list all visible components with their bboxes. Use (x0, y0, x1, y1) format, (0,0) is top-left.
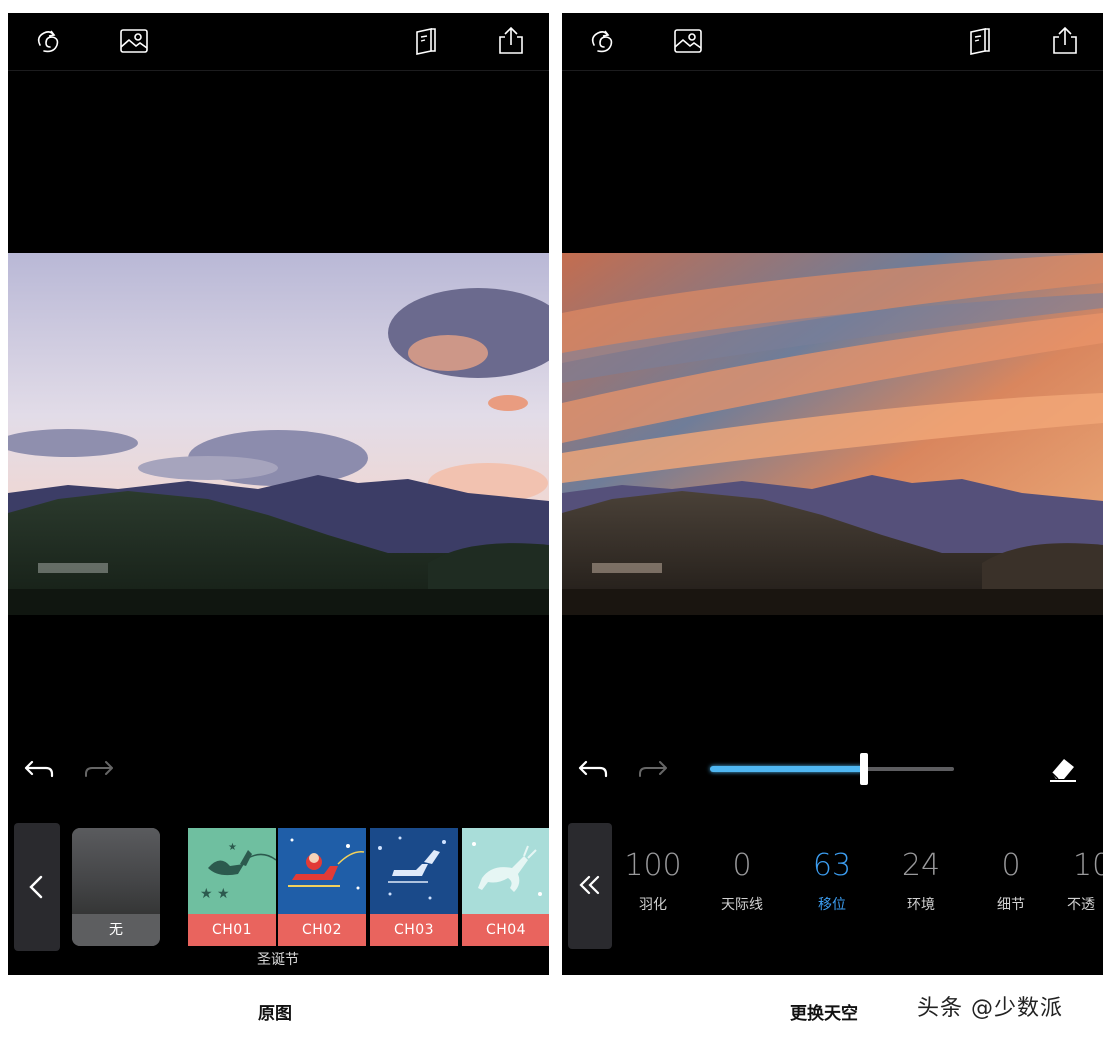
param-detail[interactable]: 0 细节 (966, 846, 1056, 914)
param-value: 24 (901, 848, 941, 883)
sky-option-label: CH04 (462, 914, 549, 946)
sky-swap-icon[interactable] (586, 25, 618, 57)
param-ambient[interactable]: 24 环境 (876, 846, 966, 914)
slider-thumb[interactable] (859, 753, 868, 785)
original-screen: 无 ★ ★ ★ CH01 CH02 CH03 CH04 圣诞节 (8, 13, 549, 975)
original-photo (8, 253, 549, 615)
share-icon[interactable] (495, 25, 527, 57)
param-horizon[interactable]: 0 天际线 (697, 846, 787, 914)
param-opacity[interactable]: 10 不透 (1055, 846, 1103, 914)
param-feather[interactable]: 100 羽化 (608, 846, 698, 914)
double-chevron-left-icon (579, 875, 600, 895)
slider-fill (710, 766, 864, 772)
sky-option-ch01[interactable]: ★ ★ ★ CH01 (188, 828, 276, 946)
top-toolbar (8, 13, 549, 71)
sky-option-label: 无 (72, 914, 160, 946)
share-icon[interactable] (1049, 25, 1081, 57)
caption-original: 原图 (258, 1004, 292, 1024)
sleigh-thumbnail-icon: ★ ★ ★ (188, 828, 276, 914)
caption-replaced: 更换天空 (790, 1004, 858, 1024)
top-toolbar (562, 13, 1103, 71)
param-label: 移位 (818, 897, 846, 913)
sky-option-label: CH02 (278, 914, 366, 946)
snow-sleigh-thumbnail-icon (370, 828, 458, 914)
redo-icon[interactable] (82, 756, 114, 782)
collapse-button[interactable] (568, 823, 612, 949)
param-value: 0 (732, 848, 752, 883)
param-label: 环境 (907, 897, 935, 913)
replaced-sky-photo (562, 253, 1103, 615)
svg-text:★ ★: ★ ★ (200, 886, 230, 902)
param-label: 不透 (1067, 897, 1095, 913)
reindeer-thumbnail-icon (462, 828, 549, 914)
eraser-icon[interactable] (1046, 753, 1080, 785)
book-icon[interactable] (964, 25, 996, 57)
sky-group-label: 圣诞节 (257, 952, 299, 968)
sky-option-ch03[interactable]: CH03 (370, 828, 458, 946)
param-value: 10 (1073, 848, 1103, 883)
sky-option-none[interactable]: 无 (72, 828, 160, 946)
param-shift[interactable]: 63 移位 (787, 846, 877, 914)
watermark: 头条 @少数派 (917, 996, 1063, 1021)
redo-icon[interactable] (636, 756, 668, 782)
sky-option-label: CH01 (188, 914, 276, 946)
svg-text:★: ★ (228, 842, 237, 853)
adjust-slider[interactable] (710, 753, 954, 785)
param-label: 天际线 (721, 897, 763, 913)
sky-swap-icon[interactable] (32, 25, 64, 57)
chevron-left-icon (29, 875, 43, 899)
image-icon[interactable] (118, 25, 150, 57)
image-icon[interactable] (672, 25, 704, 57)
replaced-sky-screen: 100 羽化 0 天际线 63 移位 24 环境 0 细节 10 不透 (562, 13, 1103, 975)
undo-icon[interactable] (24, 756, 56, 782)
sky-option-ch04[interactable]: CH04 (462, 828, 549, 946)
param-value: 100 (624, 848, 682, 883)
santa-thumbnail-icon (278, 828, 366, 914)
param-label: 羽化 (639, 897, 667, 913)
book-icon[interactable] (410, 25, 442, 57)
param-label: 细节 (997, 897, 1025, 913)
sky-option-ch02[interactable]: CH02 (278, 828, 366, 946)
back-button[interactable] (14, 823, 60, 951)
undo-icon[interactable] (578, 756, 610, 782)
sky-option-label: CH03 (370, 914, 458, 946)
param-value: 63 (812, 848, 852, 883)
param-value: 0 (1001, 848, 1021, 883)
